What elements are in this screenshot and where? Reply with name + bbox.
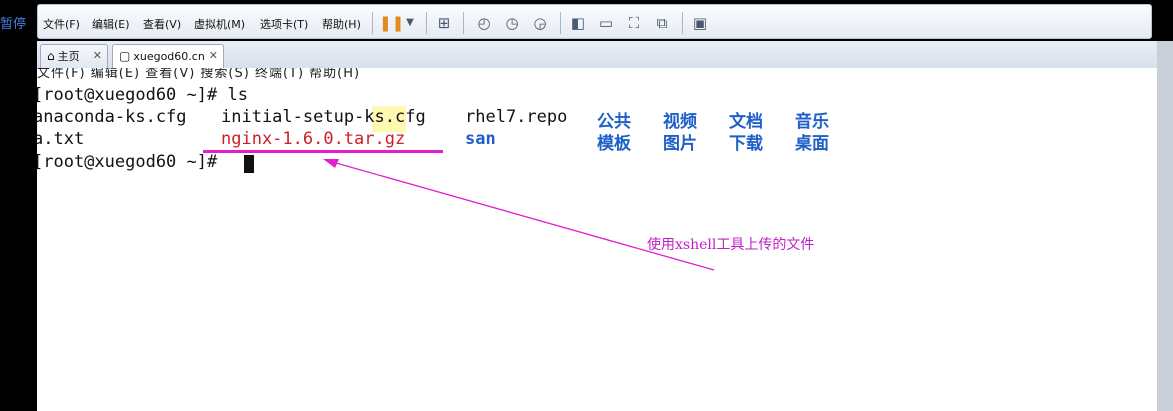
menu-tabs[interactable]: 选项卡(T) xyxy=(260,16,308,32)
toolbar-separator xyxy=(426,12,427,34)
snapshot-icon[interactable]: ◴ xyxy=(474,13,494,33)
pause-icon[interactable]: ❚❚ xyxy=(379,13,404,33)
annotation-arrow xyxy=(323,159,715,271)
vmware-toolbar: 文件(F) 编辑(E) 查看(V) 虚拟机(M) 选项卡(T) 帮助(H) ❚❚… xyxy=(37,4,1152,39)
top-right-black-area xyxy=(1152,0,1173,41)
tab-home-label: 主页 xyxy=(57,50,80,63)
thumbnail-icon[interactable]: ▣ xyxy=(690,13,710,33)
revert-snapshot-icon[interactable]: ◷ xyxy=(502,13,522,33)
toolbar-separator xyxy=(682,12,683,34)
pause-status-label: 暂停 xyxy=(0,17,27,32)
tab-home[interactable]: ⌂ 主页 ✕ xyxy=(40,44,108,68)
annotation-label: 使用xshell工具上传的文件 xyxy=(647,237,815,253)
terminal-window[interactable]: 文件(F) 编辑(E) 查看(V) 搜索(S) 终端(T) 帮助(H) [roo… xyxy=(37,68,1157,411)
close-icon[interactable]: ✕ xyxy=(93,45,102,67)
toolbar-separator xyxy=(463,12,464,34)
dropdown-icon[interactable]: ▼ xyxy=(400,13,420,33)
toolbar-separator xyxy=(372,12,373,34)
quick-switch-icon[interactable]: ▭ xyxy=(596,13,616,33)
menu-file[interactable]: 文件(F) xyxy=(43,16,80,32)
tab-vm-label: xuegod60.cn xyxy=(133,50,205,63)
vm-icon: ▢ xyxy=(119,49,131,63)
right-scroll-area xyxy=(1157,41,1173,411)
tab-vm[interactable]: ▢ xuegod60.cn ✕ xyxy=(112,44,224,68)
menu-edit[interactable]: 编辑(E) xyxy=(92,16,130,32)
tab-bar: ⌂ 主页 ✕ ▢ xuegod60.cn ✕ xyxy=(37,41,1157,68)
toolbar-separator xyxy=(560,12,561,34)
menu-help[interactable]: 帮助(H) xyxy=(322,16,361,32)
snapshot-manager-icon[interactable]: ◶ xyxy=(530,13,550,33)
console-view-icon[interactable]: ◧ xyxy=(568,13,588,33)
network-icon[interactable]: ⊞ xyxy=(434,13,454,33)
close-icon[interactable]: ✕ xyxy=(209,45,218,67)
menu-vm[interactable]: 虚拟机(M) xyxy=(194,16,245,32)
menu-view[interactable]: 查看(V) xyxy=(143,16,181,32)
fullscreen-icon[interactable]: ⛶ xyxy=(624,13,644,33)
left-black-strip xyxy=(0,0,37,411)
home-icon: ⌂ xyxy=(47,49,55,63)
unity-icon[interactable]: ⧉ xyxy=(652,13,672,33)
